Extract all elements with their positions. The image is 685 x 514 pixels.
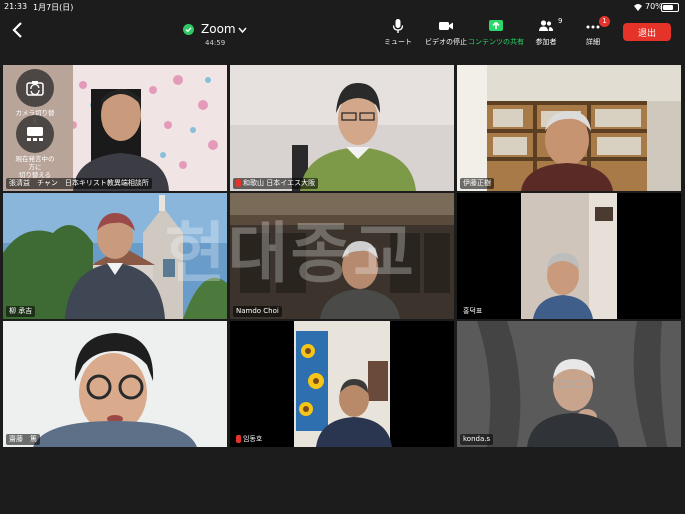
participant-video-5 [230,193,454,319]
participant-name-text: 齋藤 篤 [9,435,37,443]
status-date: 1月7日(日) [33,3,74,12]
switch-speaker-label-1: 現在発言中の [15,155,55,163]
participant-name-2: 和歌山 日本イエス大阪 [233,178,319,189]
participant-name-text: 홍덕표 [463,307,483,315]
participant-video-4 [3,193,227,319]
camera-switch-icon [26,81,44,96]
battery-icon [661,3,679,12]
participants-count: 9 [558,17,563,25]
video-tile-5[interactable]: Namdo Choi [230,193,454,319]
participant-name-text: 임동호 [243,435,263,443]
participant-name-3: 伊藤正樹 [460,178,494,189]
participant-name-8: 임동호 [233,434,266,445]
participant-name-1: 張清益 チャン 日本キリスト教異端相談所 [6,178,152,189]
meeting-title: Zoom [201,22,236,36]
video-tile-7[interactable]: 齋藤 篤 [3,321,227,447]
participant-video-3 [457,65,681,191]
participant-name-4: 柳 承吉 [6,306,36,317]
video-tile-3[interactable]: 伊藤正樹 [457,65,681,191]
status-time: 21:33 [4,2,28,11]
video-grid: カメラ切り替え 現在発言中の 方に 切り替える 張清益 チャン 日本キリスト教異… [3,65,682,449]
more-notification-badge: 1 [599,16,610,27]
participant-name-7: 齋藤 篤 [6,434,40,445]
participant-name-text: 伊藤正樹 [463,179,491,187]
microphone-icon [392,19,404,33]
switch-speaker-view-button[interactable]: 現在発言中の 方に 切り替える [13,115,57,179]
participant-name-5: Namdo Choi [233,306,282,317]
status-bar: 21:33 1月7日(日) 70% [0,0,685,14]
participant-video-6 [457,193,681,319]
participant-video-2 [230,65,454,191]
video-tile-2[interactable]: 和歌山 日本イエス大阪 [230,65,454,191]
encryption-shield-icon [183,24,194,35]
video-tile-6[interactable]: 홍덕표 [457,193,681,319]
leave-button[interactable]: 退出 [623,23,671,41]
video-tile-9[interactable]: konda.s [457,321,681,447]
wifi-icon [634,4,642,11]
participant-name-text: 張清益 チャン 日本キリスト教異端相談所 [9,179,149,187]
meeting-toolbar: Zoom 44:59 ミュート ビデオの停止 コンテンツの共有 9 参加者 1 … [0,14,685,64]
video-camera-icon [439,22,453,30]
participant-video-7 [3,321,227,447]
participant-name-6: 홍덕표 [460,306,486,317]
switch-speaker-label-2: 方に [28,163,42,171]
participant-name-text: konda.s [463,435,491,443]
meeting-title-button[interactable]: Zoom [183,22,253,38]
video-tile-8[interactable]: 임동호 [230,321,454,447]
muted-mic-icon [236,179,241,187]
participant-name-9: konda.s [460,434,494,445]
back-icon[interactable] [8,20,28,40]
muted-mic-icon [236,435,241,443]
video-tile-4[interactable]: 柳 承吉 [3,193,227,319]
participant-video-9 [457,321,681,447]
participant-name-text: 柳 承吉 [9,307,33,315]
speaker-view-icon [27,127,43,141]
video-tile-1[interactable]: カメラ切り替え 現在発言中の 方に 切り替える 張清益 チャン 日本キリスト教異… [3,65,227,191]
participants-icon [539,20,553,31]
share-screen-icon [489,20,503,31]
more-label: 詳細 [586,38,600,46]
participant-name-text: 和歌山 日本イエス大阪 [243,179,316,187]
chevron-down-icon [238,27,247,34]
meeting-timer: 44:59 [205,39,226,47]
participant-name-text: Namdo Choi [236,307,279,315]
more-button[interactable]: 1 詳細 [563,16,623,48]
participant-video-8 [230,321,454,447]
